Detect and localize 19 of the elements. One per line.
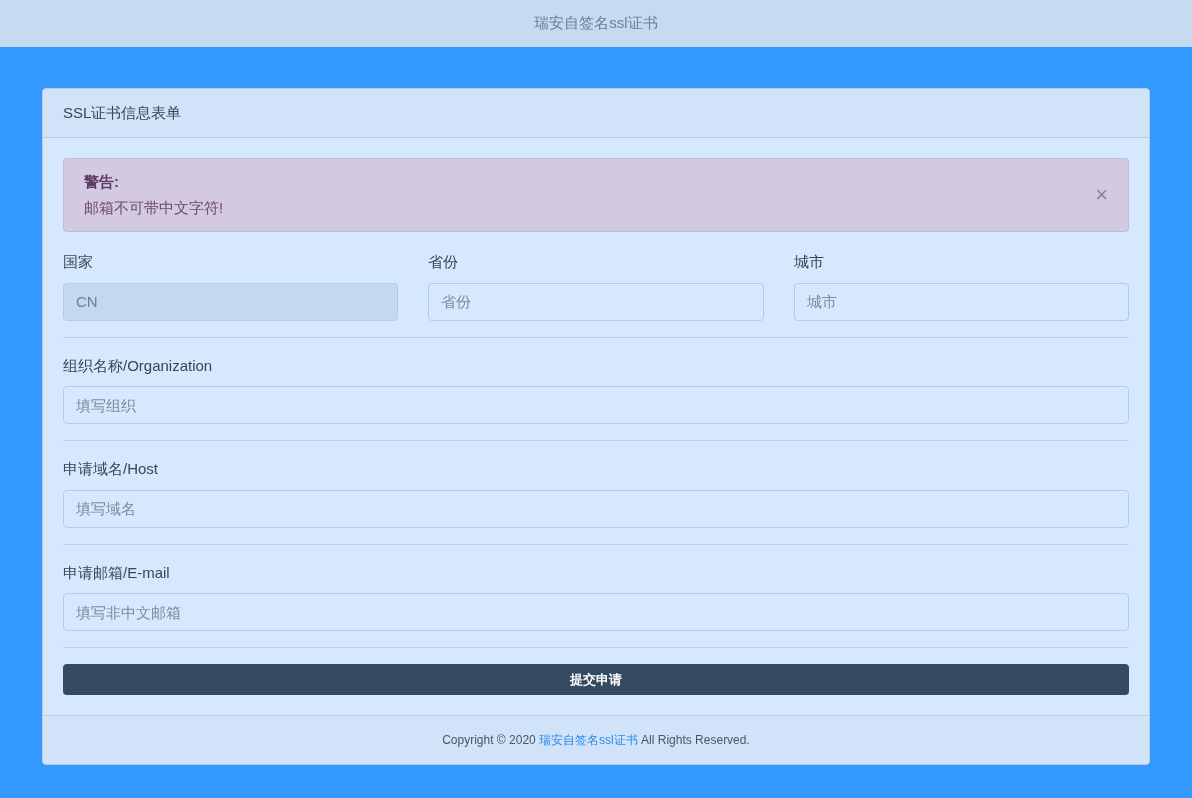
page-title: 瑞安自签名ssl证书 (534, 13, 658, 34)
card-title: SSL证书信息表单 (63, 102, 182, 123)
input-field[interactable]: 填写组织 (63, 386, 1129, 424)
field-label: 申请域名/Host (63, 459, 159, 479)
input-field[interactable]: 城市 (793, 282, 1129, 321)
field-label: 国家 (63, 252, 94, 272)
copyright-text: Copyright © 2020 瑞安自签名ssl证书 All Rights Reserved. (442, 732, 750, 749)
alert-message: 邮箱不可带中文字符! (84, 197, 224, 218)
field-label: 组织名称/Organization (63, 355, 214, 376)
input-field[interactable]: 省份 (428, 282, 764, 321)
field-label: 省份 (428, 252, 460, 272)
field-label: 城市 (793, 252, 825, 272)
submit-button[interactable]: 提交申请 (63, 664, 1129, 695)
input-field[interactable]: 填写非中文邮箱 (63, 593, 1129, 631)
close-button[interactable]: × (1095, 184, 1108, 206)
site-link[interactable]: 瑞安自签名ssl证书 (539, 733, 638, 747)
input-field[interactable]: 填写域名 (63, 489, 1129, 528)
alert-title: 警告: (84, 172, 120, 192)
field-label: 申请邮箱/E-mail (63, 562, 171, 583)
